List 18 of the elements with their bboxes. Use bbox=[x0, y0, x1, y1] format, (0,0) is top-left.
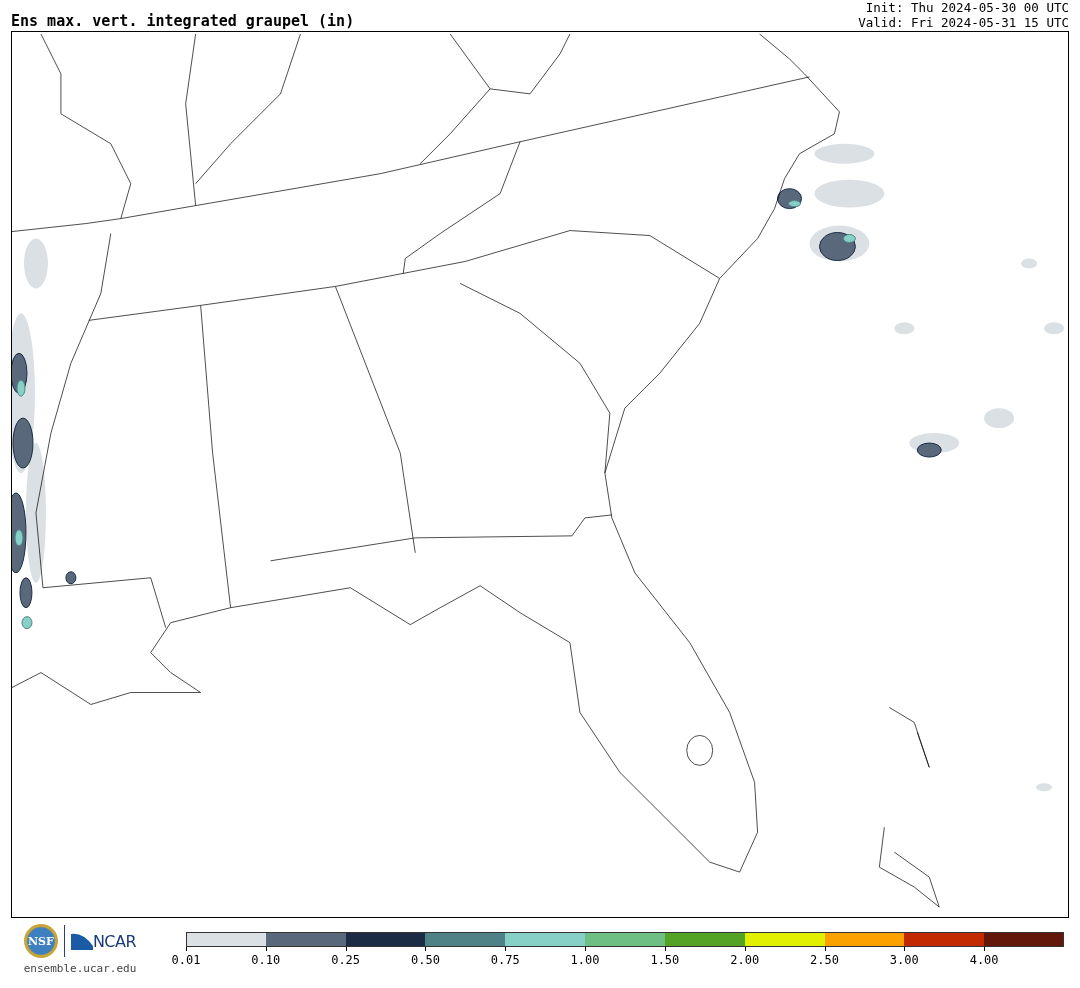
ncar-logo: NCAR bbox=[70, 931, 137, 951]
valid-time: Valid: Fri 2024-05-31 15 UTC bbox=[858, 15, 1069, 30]
map-title: Ens max. vert. integrated graupel (in) bbox=[11, 12, 355, 30]
colorbar-label: 0.10 bbox=[251, 953, 281, 967]
website-url: ensemble.ucar.edu bbox=[23, 962, 137, 975]
swoosh-icon bbox=[70, 932, 93, 950]
init-time: Init: Thu 2024-05-30 00 UTC bbox=[865, 0, 1069, 15]
colorbar-label: 0.50 bbox=[411, 953, 440, 967]
colorbar-label: 1.50 bbox=[650, 953, 680, 967]
colorbar-label: 0.75 bbox=[490, 953, 520, 967]
colorbar-label: 2.50 bbox=[810, 953, 839, 967]
colorbar-label: 0.01 bbox=[171, 953, 201, 967]
colorbar-label: 2.00 bbox=[730, 953, 760, 967]
nsf-logo: NSF bbox=[23, 924, 58, 958]
colorbar-label: 0.25 bbox=[331, 953, 361, 967]
colorbar-label: 4.00 bbox=[969, 953, 999, 967]
colorbar-label: 1.00 bbox=[570, 953, 600, 967]
colorbar-label: 3.00 bbox=[889, 953, 919, 967]
